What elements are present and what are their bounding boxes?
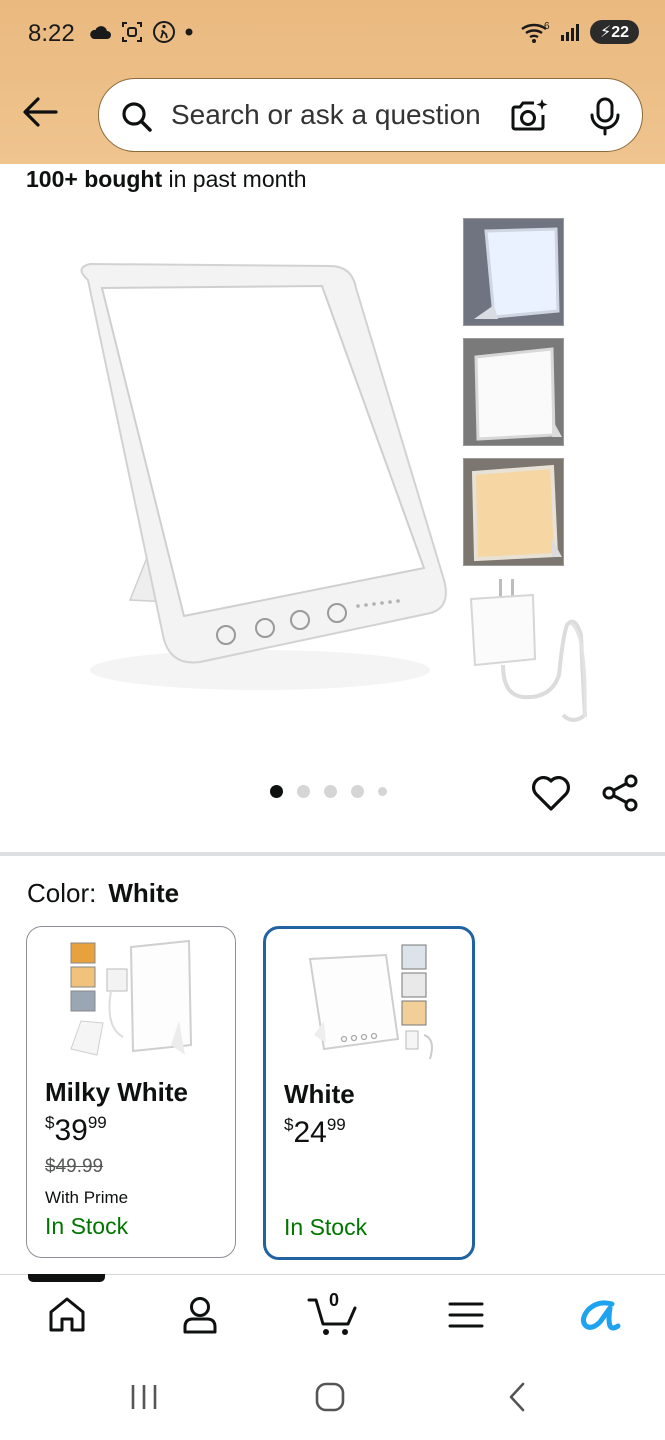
back-nav-icon[interactable] xyxy=(505,1381,529,1413)
color-selected-value: White xyxy=(108,878,180,908)
heart-icon xyxy=(532,776,570,811)
color-label: Color: White xyxy=(27,878,179,909)
wifi-icon: 6 xyxy=(521,21,550,43)
cloud-icon xyxy=(90,26,111,39)
pagination-dot[interactable] xyxy=(378,787,387,796)
price-fraction: 99 xyxy=(326,1115,346,1134)
option-stock-status: In Stock xyxy=(284,1214,368,1240)
share-button[interactable] xyxy=(600,772,642,819)
tab-alexa[interactable] xyxy=(574,1290,624,1340)
milky-white-image xyxy=(70,939,193,1056)
color-label-text: Color: xyxy=(27,878,97,908)
microphone-icon[interactable] xyxy=(587,95,623,137)
share-icon xyxy=(602,774,638,812)
wishlist-button[interactable] xyxy=(530,772,572,819)
product-main-image[interactable] xyxy=(60,240,460,700)
thumbnail-neutral-light[interactable] xyxy=(463,338,564,446)
option-price: $3999 xyxy=(45,1113,107,1148)
price-whole: 39 xyxy=(54,1114,88,1147)
status-bar: 8:22 6 ⚡22 xyxy=(0,0,665,68)
bought-suffix: in past month xyxy=(162,166,307,192)
pagination-dot-active[interactable] xyxy=(270,785,283,798)
recent-apps-icon[interactable] xyxy=(128,1382,160,1412)
status-icons-right: 6 ⚡22 xyxy=(520,20,639,44)
option-price: $2499 xyxy=(284,1115,346,1150)
pagination-dot[interactable] xyxy=(324,785,337,798)
screenshot-icon xyxy=(122,22,142,42)
search-icon xyxy=(122,102,152,132)
alexa-icon xyxy=(580,1300,621,1331)
battery-level: 22 xyxy=(611,24,629,41)
option-list-price: $49.99 xyxy=(45,1156,104,1177)
user-icon xyxy=(183,1297,217,1334)
color-option-white[interactable]: White $2499 In Stock xyxy=(263,926,475,1260)
notification-dot-icon xyxy=(185,28,193,36)
option-name: Milky White xyxy=(45,1077,189,1107)
tab-menu[interactable] xyxy=(441,1290,491,1340)
battery-indicator: ⚡22 xyxy=(589,20,639,44)
active-tab-indicator xyxy=(28,1274,105,1282)
thumbnail-warm-light[interactable] xyxy=(463,458,564,566)
tab-account[interactable] xyxy=(175,1290,225,1340)
wifi-sup-label: 6 xyxy=(544,21,550,32)
bought-count: 100+ bought xyxy=(26,166,163,192)
section-divider xyxy=(0,852,665,856)
price-whole: 24 xyxy=(293,1116,327,1149)
status-icons-left xyxy=(88,20,194,44)
pagination-dot[interactable] xyxy=(297,785,310,798)
price-fraction: 99 xyxy=(87,1113,107,1132)
camera-search-icon[interactable] xyxy=(509,95,551,137)
image-pagination xyxy=(270,785,387,798)
tab-home[interactable] xyxy=(42,1290,92,1340)
bought-in-past-month: 100+ bought in past month xyxy=(26,166,307,193)
cart-count: 0 xyxy=(329,1290,340,1310)
menu-icon xyxy=(448,1302,484,1328)
home-icon xyxy=(49,1297,85,1332)
pagination-dot[interactable] xyxy=(351,785,364,798)
home-nav-icon[interactable] xyxy=(314,1381,346,1413)
system-navigation-bar xyxy=(0,1358,665,1440)
accessibility-icon xyxy=(153,21,175,43)
status-time: 8:22 xyxy=(28,20,75,47)
option-stock-status: In Stock xyxy=(45,1213,129,1239)
color-option-milky-white[interactable]: Milky White $3999 $49.99 With Prime In S… xyxy=(26,926,236,1258)
option-name: White xyxy=(284,1079,355,1109)
search-bar[interactable]: Search or ask a question xyxy=(98,78,643,152)
app-header: 8:22 6 ⚡22 Search or ask a question xyxy=(0,0,665,164)
thumbnail-charger[interactable] xyxy=(463,575,598,725)
white-image xyxy=(308,944,433,1060)
back-arrow-icon xyxy=(23,97,58,127)
signal-icon xyxy=(560,24,579,41)
thumbnail-cool-light[interactable] xyxy=(463,218,564,326)
back-button[interactable] xyxy=(20,94,60,130)
search-input[interactable]: Search or ask a question xyxy=(171,99,481,131)
option-prime-label: With Prime xyxy=(45,1188,129,1207)
